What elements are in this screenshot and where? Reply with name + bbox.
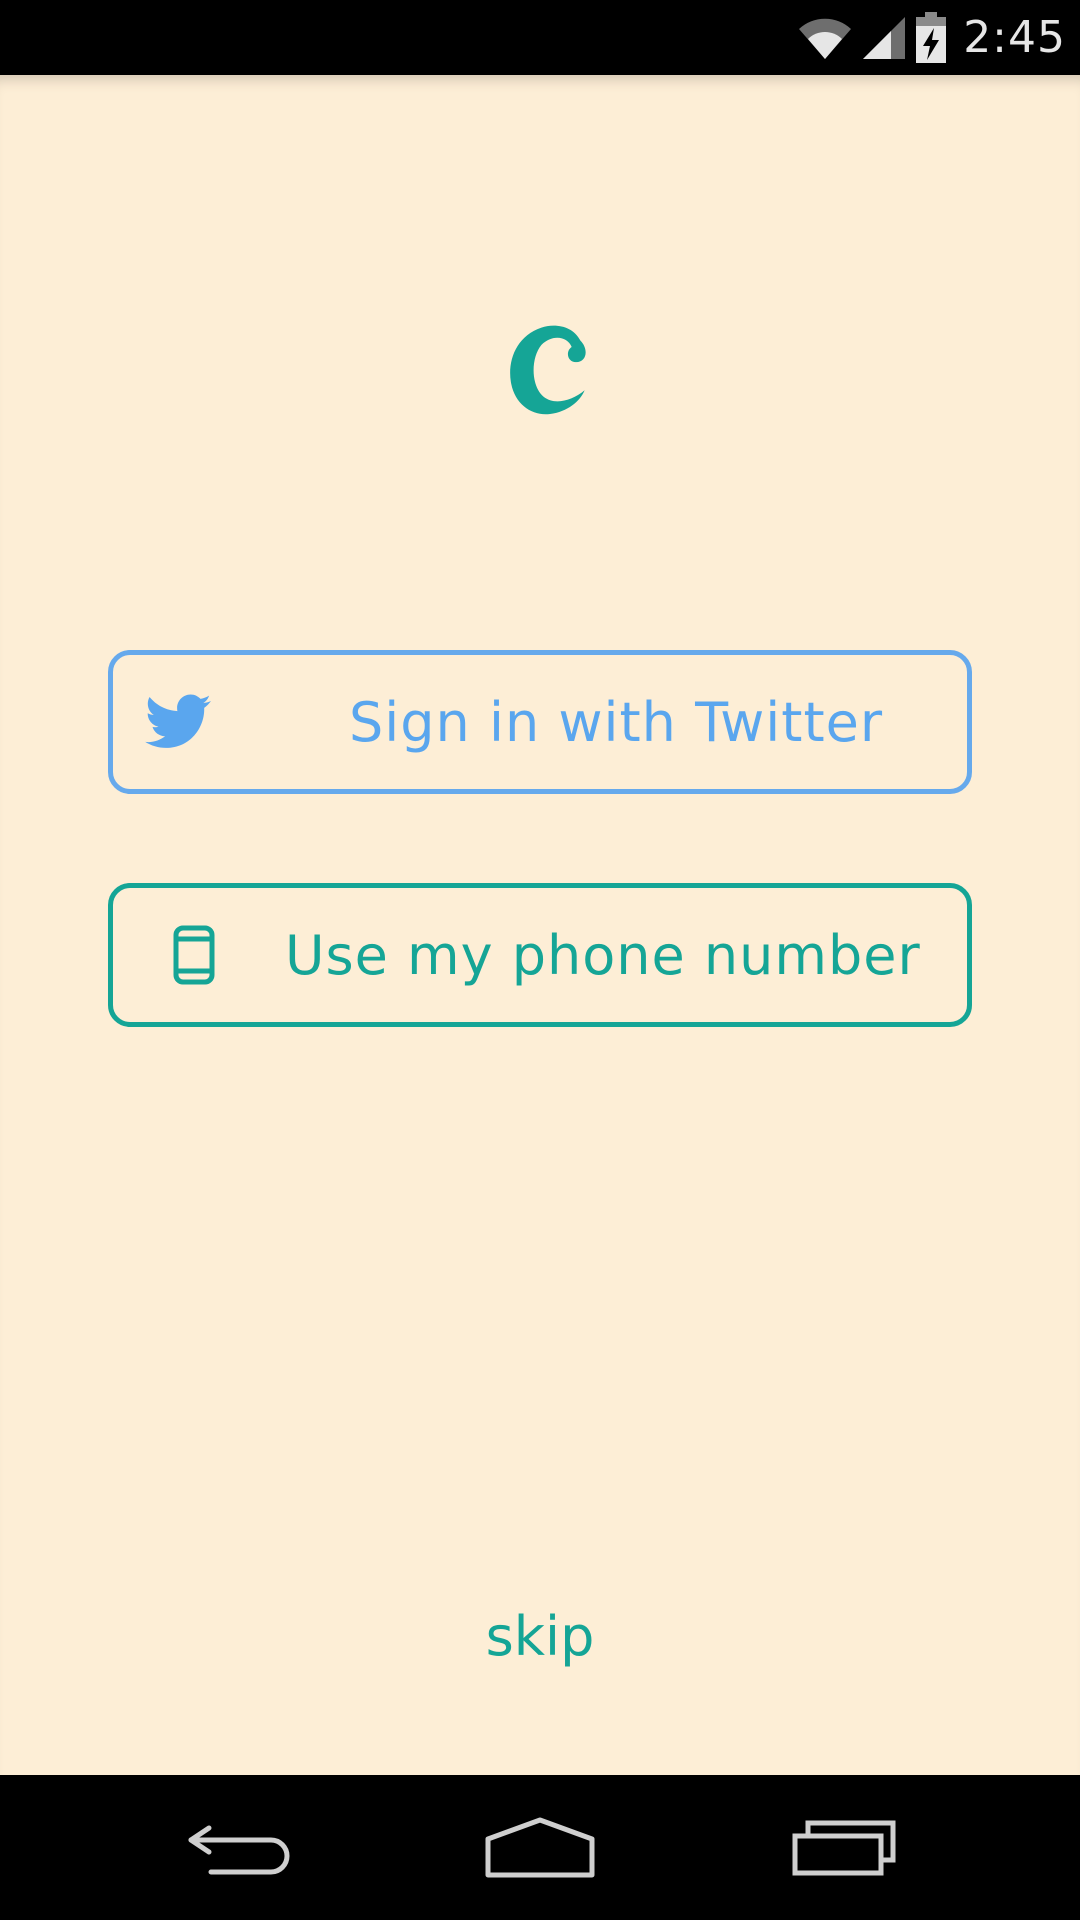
home-button[interactable] [460,1803,620,1893]
c-logo-icon [510,325,586,415]
phone-icon [173,925,215,985]
login-screen: Sign in with Twitter Use my phone number… [0,75,1080,1775]
twitter-bird-icon [145,694,211,748]
recents-button[interactable] [764,1803,924,1893]
twitter-button-label: Sign in with Twitter [349,690,884,754]
skip-link[interactable]: skip [0,1605,1080,1668]
use-phone-number-button[interactable]: Use my phone number [108,883,972,1027]
phone-button-label: Use my phone number [285,923,921,987]
back-icon [188,1825,290,1875]
status-time: 2:45 [963,12,1066,63]
back-button[interactable] [160,1803,320,1893]
signal-icon [863,16,906,59]
status-bar: 2:45 [0,0,1080,75]
navigation-bar [0,1775,1080,1920]
recents-icon [792,1820,896,1876]
home-icon [485,1817,595,1878]
status-icons: 2:45 [797,0,1066,75]
sign-in-twitter-button[interactable]: Sign in with Twitter [108,650,972,794]
battery-charging-icon [916,11,947,63]
wifi-icon [799,18,852,59]
